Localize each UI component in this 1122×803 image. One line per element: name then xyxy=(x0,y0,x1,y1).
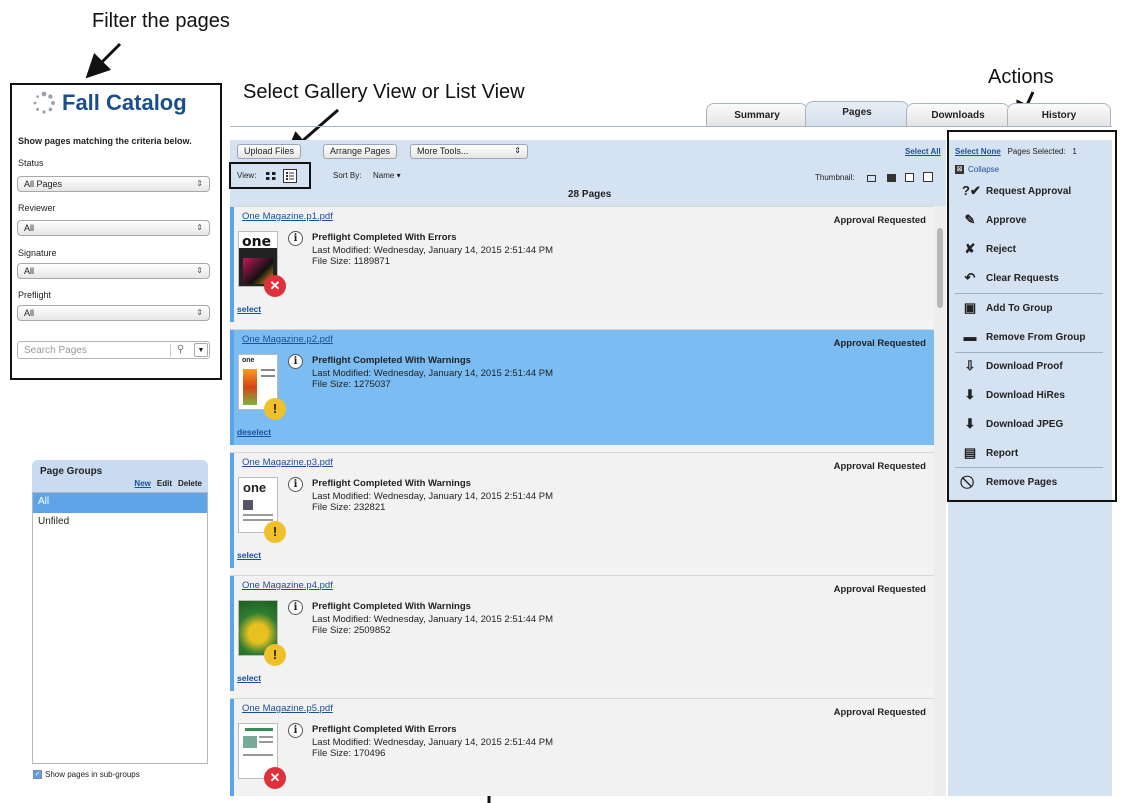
edit-group-link[interactable]: Edit xyxy=(157,479,172,488)
approval-status: Approval Requested xyxy=(833,584,926,595)
page-groups-list: All Unfiled xyxy=(32,492,208,764)
info-icon[interactable]: i xyxy=(288,600,303,615)
sort-caret-icon: ▾ xyxy=(396,171,401,180)
row-indicator xyxy=(230,330,234,445)
select-link[interactable]: select xyxy=(237,304,261,314)
select-link[interactable]: select xyxy=(237,673,261,683)
deselect-link[interactable]: deselect xyxy=(237,427,271,437)
thumbnail-label: Thumbnail: xyxy=(815,173,855,182)
file-size: File Size: 1189871 xyxy=(312,256,390,267)
page-row[interactable]: One Magazine.p3.pdf Approval Requested o… xyxy=(230,452,934,568)
page-row[interactable]: One Magazine.p5.pdf Approval Requested ✕… xyxy=(230,698,934,796)
arrow-filter xyxy=(85,42,122,79)
upload-files-button[interactable]: Upload Files xyxy=(237,144,302,159)
thumbnail-size-medium-icon[interactable] xyxy=(887,174,896,182)
approval-status: Approval Requested xyxy=(833,461,926,472)
info-icon[interactable]: i xyxy=(288,354,303,369)
actions-highlight-box xyxy=(947,130,1117,502)
page-groups-header: Page Groups New Edit Delete xyxy=(32,460,208,492)
arrange-pages-button[interactable]: Arrange Pages xyxy=(323,144,398,159)
sort-select[interactable]: Name ▾ xyxy=(373,171,401,180)
last-modified: Last Modified: Wednesday, January 14, 20… xyxy=(312,737,553,748)
last-modified: Last Modified: Wednesday, January 14, 20… xyxy=(312,614,553,625)
file-size: File Size: 232821 xyxy=(312,502,386,513)
filter-highlight-box xyxy=(10,83,222,380)
delete-group-link[interactable]: Delete xyxy=(178,479,202,488)
approval-status: Approval Requested xyxy=(833,338,926,349)
page-file-link[interactable]: One Magazine.p5.pdf xyxy=(242,703,333,714)
page-file-link[interactable]: One Magazine.p2.pdf xyxy=(242,334,333,345)
tab-pages[interactable]: Pages xyxy=(805,101,909,127)
sort-label: Sort By: xyxy=(333,171,362,180)
more-tools-select[interactable]: More Tools... ⇕ xyxy=(410,144,528,159)
row-indicator xyxy=(230,453,234,568)
info-icon[interactable]: i xyxy=(288,477,303,492)
page-file-link[interactable]: One Magazine.p4.pdf xyxy=(242,580,333,591)
page-groups-title: Page Groups xyxy=(40,466,103,477)
thumbnail-size-large-icon[interactable] xyxy=(905,173,914,182)
preflight-result: Preflight Completed With Errors xyxy=(312,232,457,243)
select-all-link[interactable]: Select All xyxy=(905,147,941,156)
preflight-result: Preflight Completed With Warnings xyxy=(312,601,471,612)
select-link[interactable]: select xyxy=(237,550,261,560)
file-size: File Size: 170496 xyxy=(312,748,386,759)
preflight-result: Preflight Completed With Warnings xyxy=(312,478,471,489)
pages-toolbar: Upload Files Arrange Pages More Tools...… xyxy=(230,140,946,206)
page-row[interactable]: One Magazine.p1.pdf Approval Requested o… xyxy=(230,206,934,322)
subgroups-checkbox[interactable]: ✓ xyxy=(33,770,42,779)
page-count: 28 Pages xyxy=(568,189,612,200)
preflight-result: Preflight Completed With Warnings xyxy=(312,355,471,366)
tab-summary[interactable]: Summary xyxy=(706,103,808,127)
preflight-error-icon: ✕ xyxy=(264,767,286,789)
preflight-warning-icon: ! xyxy=(264,398,286,420)
last-modified: Last Modified: Wednesday, January 14, 20… xyxy=(312,245,553,256)
page-list: One Magazine.p1.pdf Approval Requested o… xyxy=(230,206,946,796)
page-file-link[interactable]: One Magazine.p3.pdf xyxy=(242,457,333,468)
group-item-all[interactable]: All xyxy=(33,493,207,513)
tab-downloads[interactable]: Downloads xyxy=(906,103,1010,127)
group-item-unfiled[interactable]: Unfiled xyxy=(33,513,207,533)
sort-value: Name xyxy=(373,171,395,180)
tab-history[interactable]: History xyxy=(1007,103,1111,127)
last-modified: Last Modified: Wednesday, January 14, 20… xyxy=(312,491,553,502)
select-caret-icon: ⇕ xyxy=(514,146,521,155)
subgroups-label: Show pages in sub-groups xyxy=(45,770,140,779)
info-icon[interactable]: i xyxy=(288,723,303,738)
row-indicator xyxy=(230,699,234,796)
row-indicator xyxy=(230,576,234,691)
file-size: File Size: 2509852 xyxy=(312,625,391,636)
page-file-link[interactable]: One Magazine.p1.pdf xyxy=(242,211,333,222)
scrollbar-thumb[interactable] xyxy=(937,228,943,308)
approval-status: Approval Requested xyxy=(833,215,926,226)
thumbnail-size-small-icon[interactable] xyxy=(867,175,876,182)
info-icon[interactable]: i xyxy=(288,231,303,246)
new-group-link[interactable]: New xyxy=(134,479,150,488)
preflight-error-icon: ✕ xyxy=(264,275,286,297)
approval-status: Approval Requested xyxy=(833,707,926,718)
preflight-result: Preflight Completed With Errors xyxy=(312,724,457,735)
show-subgroups-option[interactable]: ✓ Show pages in sub-groups xyxy=(33,770,140,779)
page-row[interactable]: One Magazine.p4.pdf Approval Requested !… xyxy=(230,575,934,691)
last-modified: Last Modified: Wednesday, January 14, 20… xyxy=(312,368,553,379)
preflight-warning-icon: ! xyxy=(264,644,286,666)
thumbnail-size-xlarge-icon[interactable] xyxy=(923,172,933,182)
tab-baseline xyxy=(230,126,1112,127)
page-row-selected[interactable]: One Magazine.p2.pdf Approval Requested o… xyxy=(230,329,934,445)
preflight-warning-icon: ! xyxy=(264,521,286,543)
file-size: File Size: 1275037 xyxy=(312,379,391,390)
row-indicator xyxy=(230,207,234,322)
view-highlight-box xyxy=(229,162,311,189)
more-tools-value: More Tools... xyxy=(417,146,469,156)
